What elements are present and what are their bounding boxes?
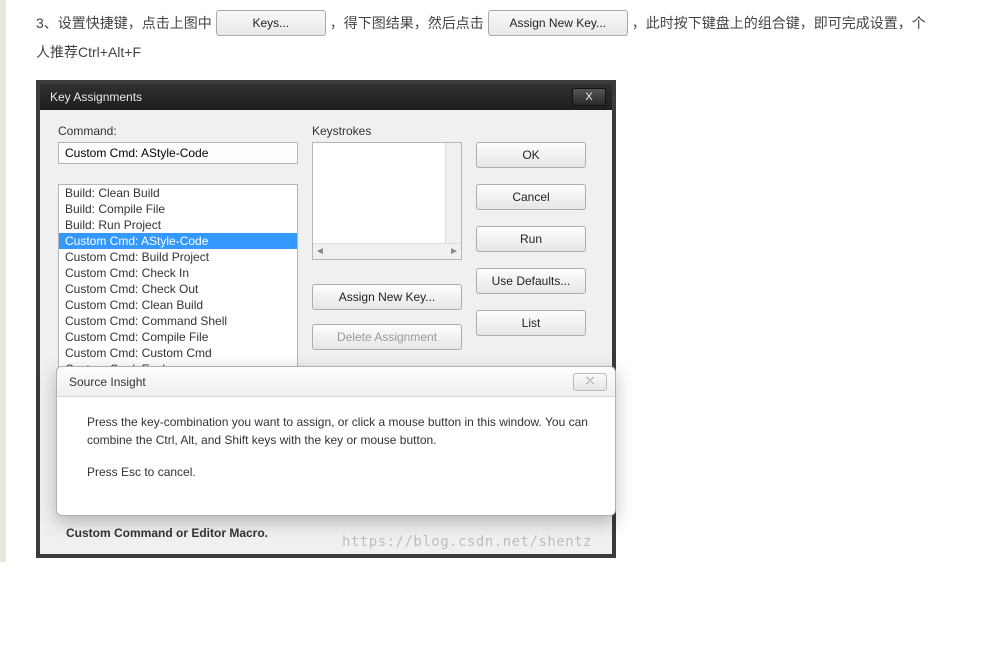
keystrokes-label: Keystrokes <box>312 124 462 138</box>
keys-button-inline[interactable]: Keys... <box>216 10 326 36</box>
instruction-line-2: 人推荐Ctrl+Alt+F <box>36 42 1003 62</box>
instruction-line-1: 3、设置快捷键，点击上图中 Keys... ，得下图结果，然后点击 Assign… <box>36 10 1003 36</box>
keystrokes-hscrollbar[interactable]: ◄► <box>313 243 461 259</box>
dialog-title: Key Assignments <box>50 90 142 104</box>
cancel-button[interactable]: Cancel <box>476 184 586 210</box>
assign-new-key-button[interactable]: Assign New Key... <box>312 284 462 310</box>
popup-message-1: Press the key-combination you want to as… <box>87 413 593 449</box>
assign-new-key-button-inline[interactable]: Assign New Key... <box>488 10 628 36</box>
dialog-title-bar: Key Assignments X <box>40 84 612 110</box>
command-list-item[interactable]: Build: Clean Build <box>59 185 297 201</box>
command-label: Command: <box>58 124 298 138</box>
ok-button[interactable]: OK <box>476 142 586 168</box>
use-defaults-button[interactable]: Use Defaults... <box>476 268 586 294</box>
command-list-item[interactable]: Custom Cmd: Clean Build <box>59 297 297 313</box>
list-button[interactable]: List <box>476 310 586 336</box>
instruction-seg1: 3、设置快捷键，点击上图中 <box>36 13 212 33</box>
assign-key-popup: Source Insight ⤬ Press the key-combinati… <box>56 366 616 516</box>
dialog-close-button[interactable]: X <box>572 88 606 106</box>
instruction-seg2: ，得下图结果，然后点击 <box>330 13 484 33</box>
command-list-item[interactable]: Custom Cmd: Check In <box>59 265 297 281</box>
command-list-item[interactable]: Build: Compile File <box>59 201 297 217</box>
delete-assignment-button: Delete Assignment <box>312 324 462 350</box>
command-list-item[interactable]: Custom Cmd: AStyle-Code <box>59 233 297 249</box>
popup-title: Source Insight <box>69 375 146 389</box>
popup-message-2: Press Esc to cancel. <box>87 463 593 481</box>
command-field[interactable] <box>58 142 298 164</box>
key-assignments-dialog: Key Assignments X Command: Build: Clean … <box>36 80 616 558</box>
command-list-item[interactable]: Custom Cmd: Compile File <box>59 329 297 345</box>
popup-body: Press the key-combination you want to as… <box>57 397 615 515</box>
command-list-item[interactable]: Custom Cmd: Check Out <box>59 281 297 297</box>
keystrokes-vscrollbar[interactable] <box>445 143 461 243</box>
keystrokes-listbox[interactable]: ◄► <box>312 142 462 260</box>
command-list-item[interactable]: Custom Cmd: Custom Cmd <box>59 345 297 361</box>
command-list-item[interactable]: Custom Cmd: Command Shell <box>59 313 297 329</box>
command-list-item[interactable]: Build: Run Project <box>59 217 297 233</box>
instruction-seg3: ，此时按下键盘上的组合键，即可完成设置，个 <box>632 13 926 33</box>
command-list-item[interactable]: Custom Cmd: Build Project <box>59 249 297 265</box>
watermark-text: https://blog.csdn.net/shentz <box>342 534 592 550</box>
popup-close-button[interactable]: ⤬ <box>573 373 607 391</box>
run-button[interactable]: Run <box>476 226 586 252</box>
popup-title-bar: Source Insight ⤬ <box>57 367 615 397</box>
